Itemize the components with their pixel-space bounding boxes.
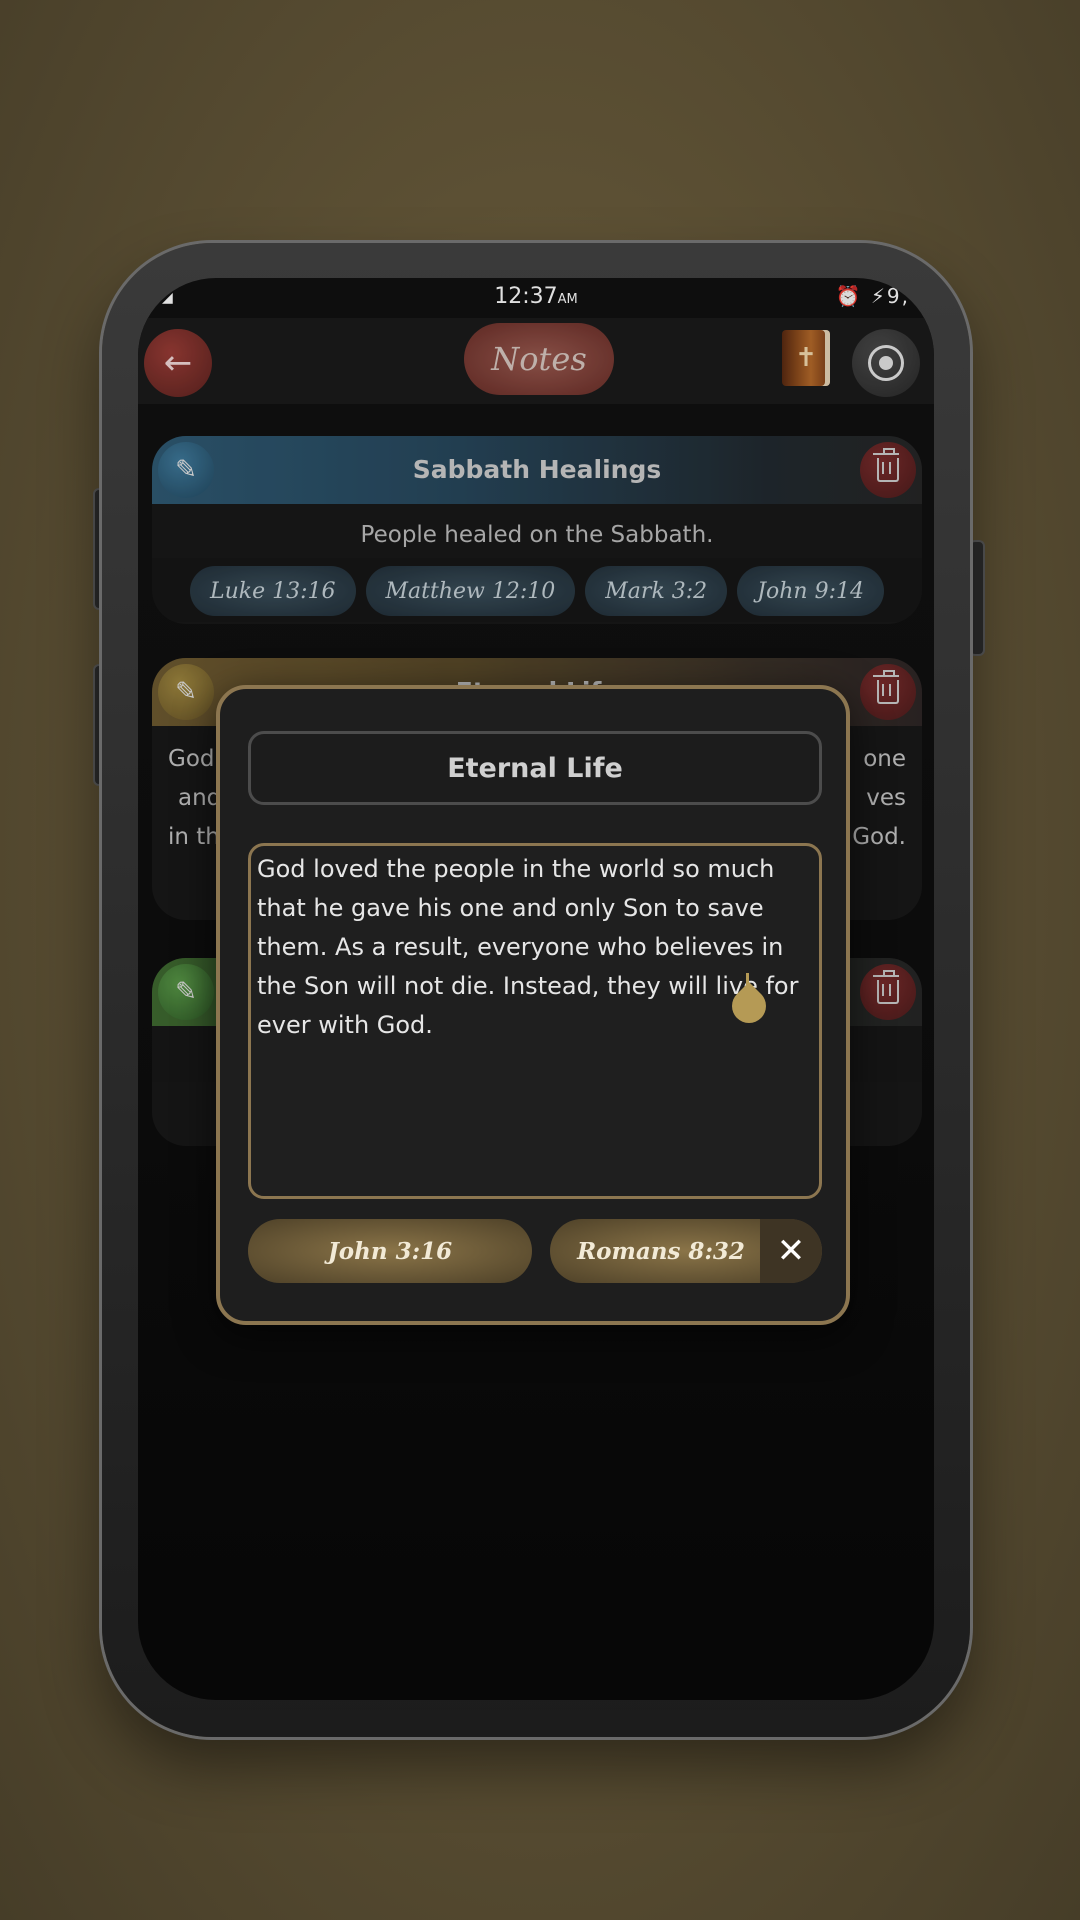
- phone-screen: ◢ 12:37AM ⏰ ⚡9, ← Notes ✝ ✎ Sabbath Heal…: [138, 278, 934, 1700]
- phone-side-button-right: [969, 540, 985, 656]
- verse-ref-label: Romans 8:32: [577, 1237, 745, 1265]
- close-icon: ✕: [776, 1231, 806, 1271]
- edit-note-dialog: Eternal Life God loved the people in the…: [216, 685, 850, 1325]
- note-body-input[interactable]: God loved the people in the world so muc…: [248, 843, 822, 1199]
- note-title-input[interactable]: Eternal Life: [248, 731, 822, 805]
- verse-ref-button[interactable]: Romans 8:32 ✕: [550, 1219, 822, 1283]
- verse-ref-button[interactable]: John 3:16: [248, 1219, 532, 1283]
- remove-verse-button[interactable]: ✕: [760, 1219, 822, 1283]
